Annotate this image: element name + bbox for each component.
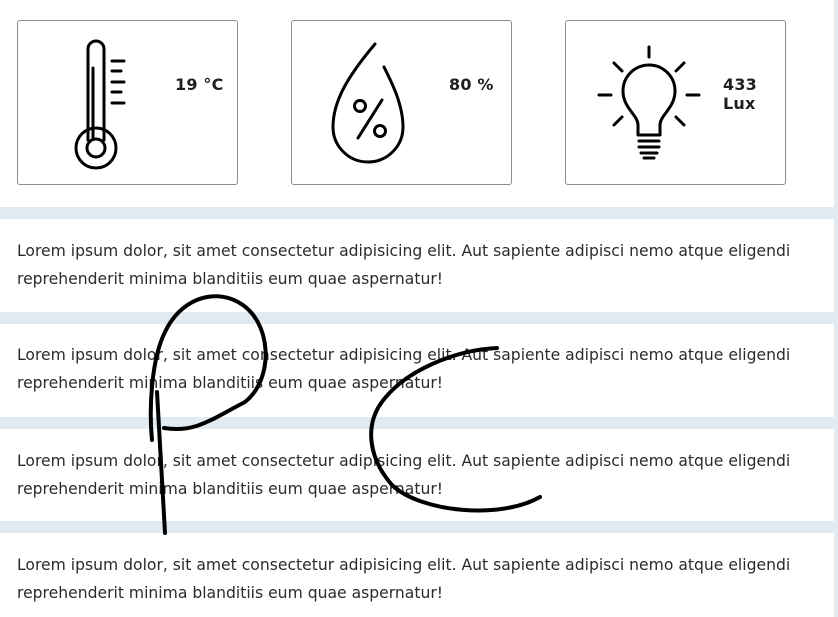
sensor-cards: 19 °C 80 % 433 Lux bbox=[17, 20, 817, 187]
section-divider bbox=[0, 417, 834, 429]
paragraph: Lorem ipsum dolor, sit amet consectetur … bbox=[17, 242, 791, 288]
humidity-value: 80 % bbox=[449, 75, 494, 94]
paragraph: Lorem ipsum dolor, sit amet consectetur … bbox=[17, 346, 791, 392]
temperature-value: 19 °C bbox=[175, 75, 224, 94]
light-value: 433 Lux bbox=[723, 75, 757, 113]
section-divider bbox=[0, 207, 834, 219]
lightbulb-icon bbox=[597, 45, 701, 160]
paragraph: Lorem ipsum dolor, sit amet consectetur … bbox=[17, 452, 791, 498]
thermometer-icon bbox=[74, 39, 126, 170]
light-card: 433 Lux bbox=[565, 20, 786, 185]
section-divider bbox=[0, 312, 834, 324]
section-divider bbox=[0, 521, 834, 533]
right-edge-rule bbox=[834, 0, 838, 617]
humidity-drop-icon bbox=[331, 42, 405, 164]
temperature-card: 19 °C bbox=[17, 20, 238, 185]
paragraph: Lorem ipsum dolor, sit amet consectetur … bbox=[17, 556, 791, 602]
humidity-card: 80 % bbox=[291, 20, 512, 185]
